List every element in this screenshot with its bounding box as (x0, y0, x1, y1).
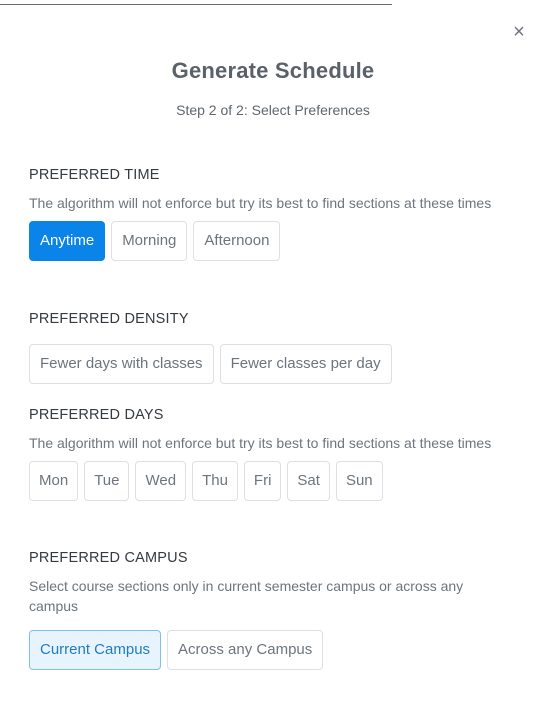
day-option-thu[interactable]: Thu (192, 461, 238, 501)
density-option-fewer-days[interactable]: Fewer days with classes (29, 344, 214, 384)
generate-schedule-dialog: × Generate Schedule Step 2 of 2: Select … (0, 0, 536, 725)
preferred-campus-description: Select course sections only in current s… (29, 578, 464, 614)
day-option-mon[interactable]: Mon (29, 461, 79, 501)
preferred-density-options: Fewer days with classes Fewer classes pe… (29, 344, 509, 384)
preferred-days-description: The algorithm will not enforce but try i… (29, 435, 492, 451)
campus-option-current[interactable]: Current Campus (29, 630, 162, 670)
day-option-fri[interactable]: Fri (243, 461, 282, 501)
preferred-campus-options: Current Campus Across any Campus (29, 630, 509, 670)
preferred-campus-section: PREFERRED CAMPUS Select course sections … (29, 549, 509, 670)
preferred-days-options: Mon Tue Wed Thu Fri Sat Sun (29, 461, 509, 501)
top-divider (0, 4, 392, 5)
preferred-time-options: Anytime Morning Afternoon (29, 221, 509, 261)
preferred-days-label: PREFERRED DAYS (29, 407, 164, 423)
preferred-density-section: PREFERRED DENSITY Fewer days with classe… (29, 310, 509, 384)
preferred-time-description: The algorithm will not enforce but try i… (29, 195, 492, 211)
dialog-title: Generate Schedule (171, 58, 375, 83)
day-option-wed[interactable]: Wed (135, 461, 187, 501)
density-option-fewer-classes[interactable]: Fewer classes per day (219, 344, 392, 384)
dialog-subtitle: Step 2 of 2: Select Preferences (176, 102, 370, 118)
time-option-anytime[interactable]: Anytime (29, 221, 106, 261)
preferred-density-label: PREFERRED DENSITY (29, 311, 189, 327)
day-option-sun[interactable]: Sun (335, 461, 383, 501)
close-icon[interactable]: × (509, 21, 529, 43)
preferred-days-section: PREFERRED DAYS The algorithm will not en… (29, 406, 509, 501)
day-option-sat[interactable]: Sat (287, 461, 330, 501)
time-option-afternoon[interactable]: Afternoon (193, 221, 281, 261)
preferred-time-label: PREFERRED TIME (29, 167, 160, 183)
preferred-time-section: PREFERRED TIME The algorithm will not en… (29, 166, 509, 261)
campus-option-any[interactable]: Across any Campus (167, 630, 324, 670)
preferred-campus-label: PREFERRED CAMPUS (29, 550, 188, 566)
day-option-tue[interactable]: Tue (84, 461, 130, 501)
time-option-morning[interactable]: Morning (111, 221, 188, 261)
